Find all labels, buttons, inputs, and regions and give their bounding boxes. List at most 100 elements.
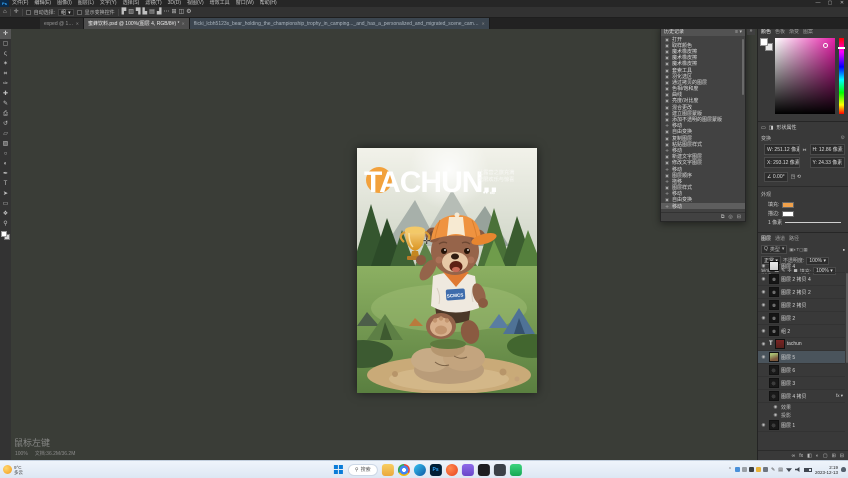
history-step[interactable]: ✛ 移动 xyxy=(661,203,745,209)
app-icon[interactable]: Ps xyxy=(430,464,442,476)
layer-name[interactable]: 组 2 xyxy=(781,328,790,335)
close-icon[interactable]: ✕ xyxy=(182,21,185,26)
panel-menu-icon[interactable]: ≡ ▾ xyxy=(735,29,742,35)
color-swatches[interactable] xyxy=(1,231,10,240)
panel-tab[interactable]: 图层 xyxy=(761,235,771,242)
lasso-tool[interactable]: ς xyxy=(0,49,11,59)
panel-tab[interactable]: 渐变 xyxy=(789,28,799,35)
tray-app-icon[interactable] xyxy=(742,467,747,472)
link-dimensions-icon[interactable]: ⧓ xyxy=(802,147,808,152)
app-icon[interactable] xyxy=(446,464,458,476)
show-transform-checkbox[interactable] xyxy=(77,10,82,15)
y-field[interactable]: Y: 24.33 像素 xyxy=(810,157,846,168)
app-icon[interactable] xyxy=(478,464,490,476)
menu-item[interactable]: 滤镜(T) xyxy=(142,0,164,7)
eyedropper-tool[interactable]: ✑ xyxy=(0,79,11,89)
align-icon[interactable]: ▤ xyxy=(149,8,155,17)
magic-wand-tool[interactable]: ✶ xyxy=(0,59,11,69)
visibility-icon[interactable]: ◉ xyxy=(760,328,767,334)
align-icon[interactable]: ⊞ xyxy=(171,8,176,17)
visibility-icon[interactable]: ◉ xyxy=(760,302,767,308)
layer-row[interactable]: 图层 3 xyxy=(758,377,845,390)
layer-row[interactable]: ◉ 组 2 xyxy=(758,325,845,338)
menu-item[interactable]: 图层(L) xyxy=(75,0,97,7)
home-icon[interactable]: ⌂ xyxy=(3,8,7,17)
layer-thumbnail[interactable] xyxy=(769,300,779,310)
align-icon[interactable]: ⋯ xyxy=(163,8,169,17)
layers-footer-icon[interactable]: ⊟ xyxy=(840,453,844,459)
layer-name[interactable]: 图层 2 xyxy=(781,315,795,322)
history-scrollbar[interactable] xyxy=(742,39,744,95)
stroke-width-value[interactable]: 1 像素 xyxy=(768,219,782,226)
rotate-icons[interactable]: ◳ ⟲ xyxy=(791,174,801,180)
layer-name[interactable]: 图层 4 xyxy=(781,263,795,270)
zoom-level[interactable]: 100% xyxy=(15,451,28,457)
visibility-icon[interactable]: ◉ xyxy=(772,404,779,410)
visibility-icon[interactable]: ◉ xyxy=(760,354,767,360)
menu-item[interactable]: 文件(F) xyxy=(9,0,31,7)
filter-kind-icon[interactable]: ▦ xyxy=(803,247,807,252)
layer-thumbnail[interactable] xyxy=(769,391,779,401)
layer-row[interactable]: ◉ 效果 xyxy=(758,403,845,411)
eraser-tool[interactable]: ▱ xyxy=(0,129,11,139)
layer-thumbnail[interactable] xyxy=(769,365,779,375)
layer-row[interactable]: ◉ 投影 xyxy=(758,411,845,419)
layer-thumbnail[interactable] xyxy=(769,313,779,323)
layer-row[interactable]: ◉ 图层 2 拷贝 xyxy=(758,299,845,312)
layer-thumbnail[interactable] xyxy=(769,420,779,430)
maximize-button[interactable]: ▢ xyxy=(824,0,836,7)
menu-item[interactable]: 文字(Y) xyxy=(97,0,120,7)
document-tab[interactable]: flicki_lcbh5123s_bear_holding_the_champi… xyxy=(190,18,490,29)
panel-tab[interactable]: 颜色 xyxy=(761,28,771,35)
start-button[interactable] xyxy=(334,465,344,475)
tray-app-icon[interactable] xyxy=(735,467,740,472)
hand-tool[interactable]: ❖ xyxy=(0,209,11,219)
battery-icon[interactable] xyxy=(804,468,812,472)
layer-thumbnail[interactable] xyxy=(769,326,779,336)
document-tab[interactable]: 蜜蜂饮料.psd @ 100%(图层 4, RGB/8#) * ✕ xyxy=(84,18,190,29)
history-brush-tool[interactable]: ↺ xyxy=(0,119,11,129)
layer-row[interactable]: ◉ 图层 2 xyxy=(758,312,845,325)
brush-tool[interactable]: ✎ xyxy=(0,99,11,109)
canvas-area[interactable]: SCMCS TACHUN.. 让露营之旅充满 无限欢乐与惊喜 •• ∞ ✛ 鼠标… xyxy=(11,29,757,460)
close-icon[interactable]: ✕ xyxy=(76,21,79,26)
app-icon[interactable] xyxy=(462,464,474,476)
layer-name[interactable]: 图层 4 拷贝 xyxy=(781,393,807,400)
layers-footer-icon[interactable]: ⊞ xyxy=(832,453,836,459)
app-icon[interactable] xyxy=(510,464,522,476)
gear-icon[interactable]: ⚙ xyxy=(841,135,845,142)
fg-bg-swatches[interactable] xyxy=(760,38,773,51)
layer-name[interactable]: 图层 5 xyxy=(781,354,795,361)
tray-app-icon[interactable] xyxy=(763,467,768,472)
close-icon[interactable]: ✕ xyxy=(482,21,485,26)
visibility-icon[interactable]: ◉ xyxy=(760,276,767,282)
tray-chevron-icon[interactable]: ⌃ xyxy=(728,467,732,473)
pen-tool[interactable]: ✒ xyxy=(0,169,11,179)
layer-row[interactable]: ◉ 图层 4 xyxy=(758,260,845,273)
close-button[interactable]: ✕ xyxy=(836,0,848,7)
visibility-icon[interactable]: ◉ xyxy=(760,289,767,295)
history-footer-icon[interactable]: ⊟ xyxy=(737,214,741,220)
move-tool[interactable]: ✛ xyxy=(0,29,11,39)
layers-footer-icon[interactable]: ∞ xyxy=(792,453,796,459)
clone-stamp-tool[interactable]: ⎙ xyxy=(0,109,11,119)
menu-item[interactable]: 编辑(E) xyxy=(31,0,54,7)
layer-row[interactable]: 图层 6 xyxy=(758,364,845,377)
layer-thumbnail[interactable] xyxy=(769,378,779,388)
app-icon[interactable] xyxy=(414,464,426,476)
layer-row[interactable]: ◉ 图层 2 拷贝 4 xyxy=(758,273,845,286)
shape-tool[interactable]: ▭ xyxy=(0,199,11,209)
panel-tab[interactable]: 图案 xyxy=(803,28,813,35)
hue-slider[interactable] xyxy=(839,38,844,114)
layer-name[interactable]: 图层 1 xyxy=(781,422,795,429)
taskbar-search[interactable]: ⚲ 搜索 xyxy=(348,464,378,476)
shape-props-icon[interactable]: ▭ xyxy=(761,125,766,131)
app-icon[interactable] xyxy=(382,464,394,476)
height-field[interactable]: H: 12.86 像素 xyxy=(810,144,846,155)
align-icon[interactable]: ◫ xyxy=(178,8,184,17)
volume-icon[interactable] xyxy=(795,467,801,472)
pen-input-icon[interactable]: ✎ xyxy=(771,467,775,473)
stroke-style-preview[interactable] xyxy=(785,222,841,223)
hue-slider-marker[interactable] xyxy=(838,47,845,49)
weather-widget[interactable]: 9°C多云 xyxy=(0,465,150,475)
